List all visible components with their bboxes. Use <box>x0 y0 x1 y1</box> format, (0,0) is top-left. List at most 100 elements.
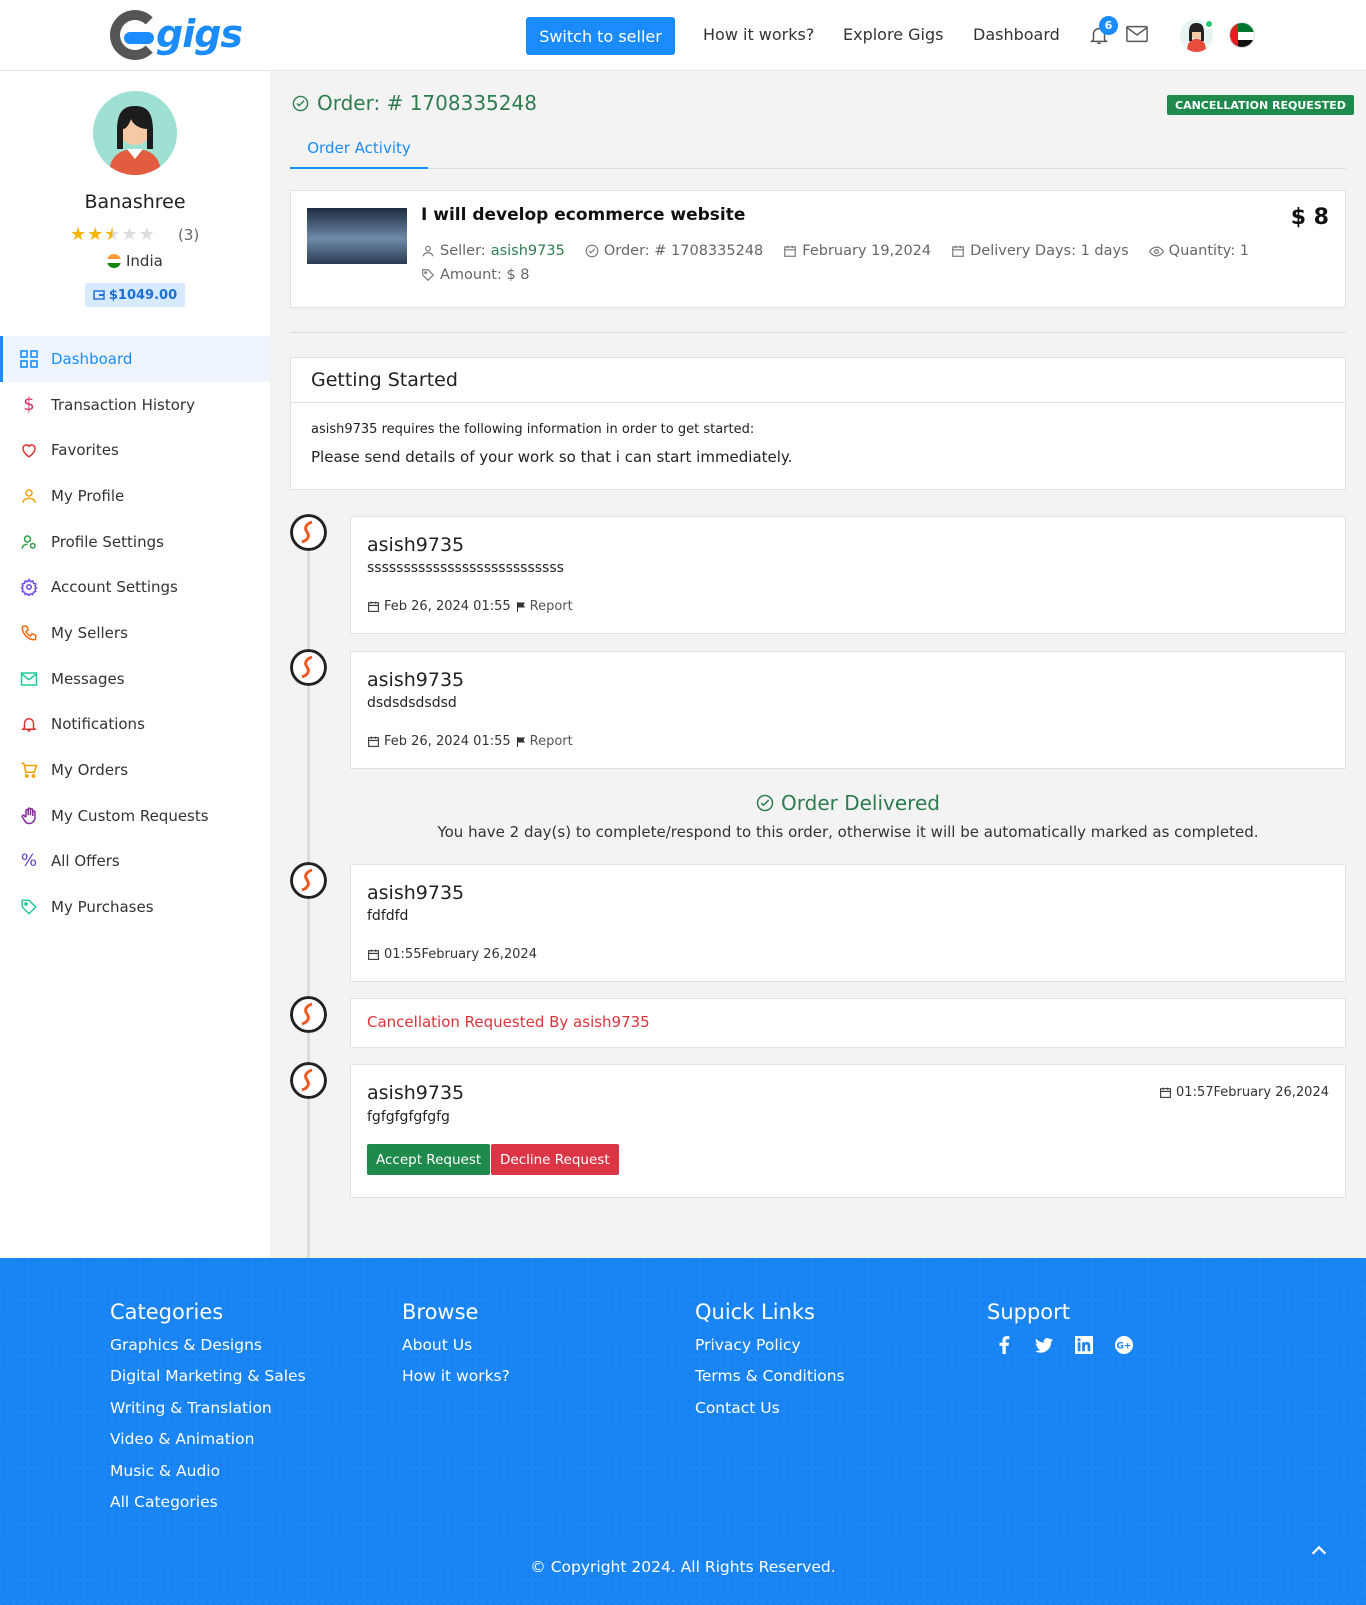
message-meta: Feb 26, 2024 01:55 Report <box>367 734 573 749</box>
sidebar-item-notifications[interactable]: Notifications <box>0 702 270 748</box>
country: India <box>107 252 163 270</box>
footer-support: Support G+ <box>987 1300 1133 1354</box>
message-date: 01:55February 26,2024 <box>384 947 537 962</box>
message-user: asish9735 <box>367 669 465 691</box>
message-meta: 01:57February 26,2024 <box>1159 1085 1329 1100</box>
decline-request-button[interactable]: Decline Request <box>491 1144 619 1175</box>
timeline-avatar-icon <box>290 996 327 1033</box>
notification-badge: 6 <box>1099 16 1118 35</box>
seller-link[interactable]: asish9735 <box>491 243 565 259</box>
facebook-icon[interactable] <box>995 1336 1013 1354</box>
sidebar-item-account-settings[interactable]: Account Settings <box>0 564 270 610</box>
profile-name: Banashree <box>84 191 186 213</box>
sidebar-item-my-profile[interactable]: My Profile <box>0 473 270 519</box>
timeline-line <box>307 526 310 1286</box>
rating-stars: ★★★★★ <box>70 224 156 245</box>
report-link[interactable]: Report <box>515 599 573 614</box>
message-user: asish9735 <box>367 534 465 556</box>
sidebar: Banashree ★★★★★ (3) India $1049.00 Dashb… <box>0 71 270 1258</box>
heart-icon <box>19 440 39 460</box>
message-date: 01:57February 26,2024 <box>1176 1085 1329 1100</box>
report-link[interactable]: Report <box>515 734 573 749</box>
sidebar-item-label: Dashboard <box>51 349 133 368</box>
amount-meta: Amount: $ 8 <box>421 267 530 283</box>
footer-heading: Support <box>987 1300 1071 1324</box>
footer-link[interactable]: Video & Animation <box>110 1430 306 1461</box>
footer-link[interactable]: How it works? <box>402 1367 510 1398</box>
copyright: © Copyright 2024. All Rights Reserved. <box>530 1558 836 1576</box>
switch-to-seller-button[interactable]: Switch to seller <box>526 17 675 55</box>
sidebar-item-all-offers[interactable]: % All Offers <box>0 839 270 885</box>
check-circle-icon <box>585 244 599 258</box>
delivered-title: Order Delivered <box>350 791 1346 815</box>
hand-icon <box>19 806 39 826</box>
seller-meta: Seller: asish9735 <box>421 243 565 259</box>
footer-link[interactable]: Graphics & Designs <box>110 1336 306 1367</box>
sidebar-item-label: My Profile <box>51 486 125 505</box>
scroll-to-top-icon[interactable] <box>1308 1540 1330 1562</box>
country-name: India <box>126 252 163 270</box>
footer-heading: Browse <box>402 1300 479 1324</box>
footer-link[interactable]: Contact Us <box>695 1399 845 1430</box>
user-gear-icon <box>19 532 39 552</box>
tab-order-activity[interactable]: Order Activity <box>290 129 428 169</box>
sidebar-item-my-purchases[interactable]: My Purchases <box>0 884 270 930</box>
message-meta: 01:55February 26,2024 <box>367 947 537 962</box>
footer-link[interactable]: Privacy Policy <box>695 1336 845 1367</box>
site-footer: Categories Graphics & Designs Digital Ma… <box>0 1258 1366 1605</box>
message-user: asish9735 <box>367 882 465 904</box>
google-plus-icon[interactable]: G+ <box>1115 1336 1133 1354</box>
sidebar-item-transaction-history[interactable]: $ Transaction History <box>0 382 270 428</box>
sidebar-item-my-orders[interactable]: My Orders <box>0 747 270 793</box>
message-card: asish9735 dsdsdsdsdsd Feb 26, 2024 01:55… <box>350 651 1346 769</box>
dollar-icon: $ <box>23 394 35 416</box>
footer-heading: Quick Links <box>695 1300 816 1324</box>
gig-title[interactable]: I will develop ecommerce website <box>421 205 745 225</box>
message-card: asish9735 fdfdfd 01:55February 26,2024 <box>350 864 1346 982</box>
calendar-icon <box>952 245 964 257</box>
accept-request-button[interactable]: Accept Request <box>367 1144 491 1175</box>
footer-link[interactable]: Music & Audio <box>110 1462 306 1493</box>
nav-dashboard[interactable]: Dashboard <box>973 25 1060 44</box>
order-date: February 19,2024 <box>802 243 932 259</box>
top-header: gigs Switch to seller How it works? Expl… <box>0 0 1366 71</box>
gig-thumbnail[interactable] <box>307 208 407 264</box>
quantity: Quantity: 1 <box>1168 243 1249 259</box>
nav-explore-gigs[interactable]: Explore Gigs <box>843 25 943 44</box>
timeline-avatar-icon <box>290 514 327 551</box>
sidebar-item-dashboard[interactable]: Dashboard <box>0 336 270 382</box>
footer-quick-links: Quick Links Privacy Policy Terms & Condi… <box>695 1300 845 1430</box>
sidebar-item-my-sellers[interactable]: My Sellers <box>0 610 270 656</box>
quantity-meta: Quantity: 1 <box>1148 243 1249 259</box>
sidebar-item-label: Account Settings <box>51 578 178 597</box>
sidebar-item-messages[interactable]: Messages <box>0 656 270 702</box>
message-text: sssssssssssssssssssssssssss <box>367 560 564 576</box>
wallet-balance: $1049.00 <box>85 283 185 307</box>
message-text: fdfdfd <box>367 908 409 924</box>
sidebar-item-label: All Offers <box>51 852 120 871</box>
delivered-subtitle: You have 2 day(s) to complete/respond to… <box>437 823 1259 841</box>
message-text: fgfgfgfgfgfg <box>367 1109 450 1125</box>
sidebar-item-favorites[interactable]: Favorites <box>0 427 270 473</box>
footer-link[interactable]: About Us <box>402 1336 510 1367</box>
sidebar-item-profile-settings[interactable]: Profile Settings <box>0 519 270 565</box>
getting-started-text: Please send details of your work so that… <box>311 448 793 466</box>
nav-how-it-works[interactable]: How it works? <box>703 25 814 44</box>
footer-link[interactable]: Writing & Translation <box>110 1399 306 1430</box>
sidebar-item-label: Transaction History <box>51 395 195 414</box>
uae-flag-icon[interactable] <box>1229 22 1255 48</box>
footer-link[interactable]: Digital Marketing & Sales <box>110 1367 306 1398</box>
order-title: Order: # 1708335248 <box>292 91 537 115</box>
footer-link[interactable]: Terms & Conditions <box>695 1367 845 1398</box>
cart-icon <box>19 760 39 780</box>
cancellation-card: Cancellation Requested By asish9735 <box>350 998 1346 1048</box>
site-logo[interactable]: gigs <box>110 10 243 62</box>
sidebar-item-my-custom-requests[interactable]: My Custom Requests <box>0 793 270 839</box>
mail-icon <box>19 669 39 689</box>
message-meta: Feb 26, 2024 01:55 Report <box>367 599 573 614</box>
report-label: Report <box>529 599 573 614</box>
linkedin-icon[interactable] <box>1075 1336 1093 1354</box>
twitter-icon[interactable] <box>1035 1336 1053 1354</box>
mail-icon[interactable] <box>1126 25 1148 43</box>
footer-link[interactable]: All Categories <box>110 1493 306 1524</box>
